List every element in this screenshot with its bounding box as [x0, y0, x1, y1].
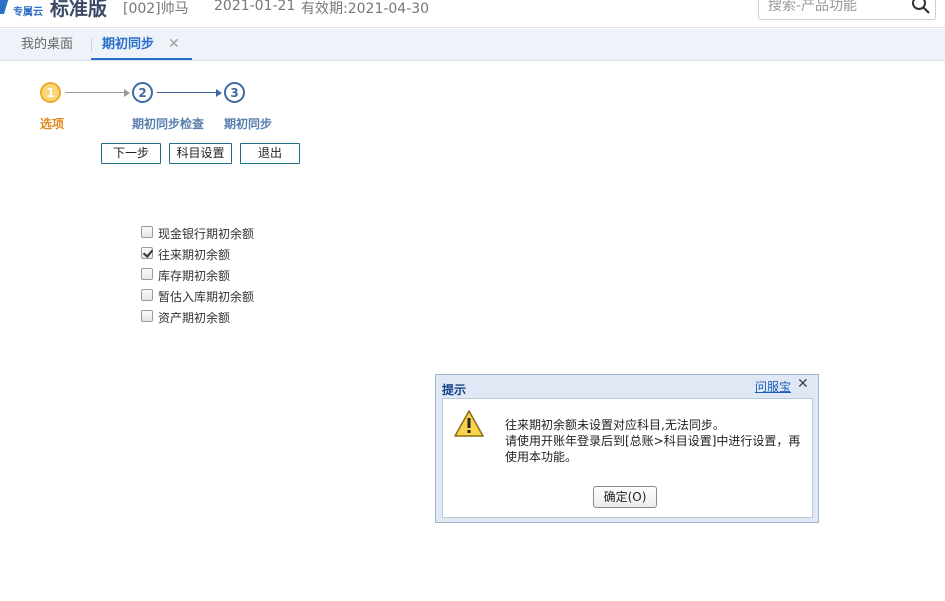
- validity-date: 有效期:2021-04-30: [301, 1, 430, 17]
- option-label: 库存期初余额: [158, 269, 231, 283]
- option-label: 现金银行期初余额: [158, 227, 255, 241]
- dialog-close-icon[interactable]: ✕: [797, 376, 809, 392]
- current-date: 2021-01-21: [214, 0, 296, 14]
- app-header: 专属云 标准版 [002]帅马 2021-01-21 有效期:2021-04-3…: [0, 0, 945, 28]
- step-arrow-1: [65, 92, 127, 93]
- step-3-indicator: 3: [224, 82, 245, 103]
- step-arrow-2: [157, 92, 219, 93]
- step-arrow-head-2: [216, 89, 222, 97]
- checkbox-checked[interactable]: [141, 247, 153, 259]
- search-icon[interactable]: [911, 0, 931, 15]
- dialog-title: 提示: [442, 383, 467, 397]
- step-1-indicator: 1: [40, 82, 61, 103]
- step-2-label: 期初同步检查: [132, 117, 205, 131]
- checkbox[interactable]: [141, 310, 153, 322]
- logo-text: 专属云: [13, 7, 43, 18]
- step-3-label: 期初同步: [224, 117, 273, 131]
- checkbox[interactable]: [141, 268, 153, 280]
- checkbox[interactable]: [141, 289, 153, 301]
- help-link[interactable]: 问服宝: [755, 378, 791, 395]
- step-1-label: 选项: [40, 117, 65, 131]
- step-2-indicator: 2: [132, 82, 153, 103]
- option-label: 往来期初余额: [158, 248, 231, 262]
- dialog-message-line: 往来期初余额未设置对应科目,无法同步。: [505, 418, 725, 432]
- alert-dialog: 提示 问服宝 ✕ 往来期初余额未设置对应科目,无法同步。 请使用开账年登录后到[…: [435, 374, 819, 523]
- warning-icon: [454, 410, 484, 437]
- exit-button[interactable]: 退出: [240, 143, 300, 164]
- tab-my-desktop[interactable]: 我的桌面: [21, 29, 73, 60]
- account-label: [002]帅马: [123, 1, 189, 17]
- subject-settings-button[interactable]: 科目设置: [169, 143, 232, 164]
- dialog-message-line: 请使用开账年登录后到[总账>科目设置]中进行设置，再: [505, 434, 801, 448]
- dialog-body: 往来期初余额未设置对应科目,无法同步。 请使用开账年登录后到[总账>科目设置]中…: [442, 398, 813, 518]
- tab-bar: 我的桌面 期初同步 ✕: [0, 29, 945, 61]
- ok-button[interactable]: 确定(O): [593, 486, 657, 508]
- step-arrow-head-1: [124, 89, 130, 97]
- edition-title: 标准版: [50, 0, 108, 20]
- tab-close-icon[interactable]: ✕: [168, 29, 180, 60]
- dialog-message-line: 使用本功能。: [505, 450, 578, 464]
- next-step-button[interactable]: 下一步: [101, 143, 161, 164]
- logo-icon: [0, 0, 9, 14]
- search-box[interactable]: [758, 0, 936, 20]
- option-label: 资产期初余额: [158, 311, 231, 325]
- search-input[interactable]: [768, 0, 908, 15]
- option-label: 暂估入库期初余额: [158, 290, 255, 304]
- checkbox[interactable]: [141, 226, 153, 238]
